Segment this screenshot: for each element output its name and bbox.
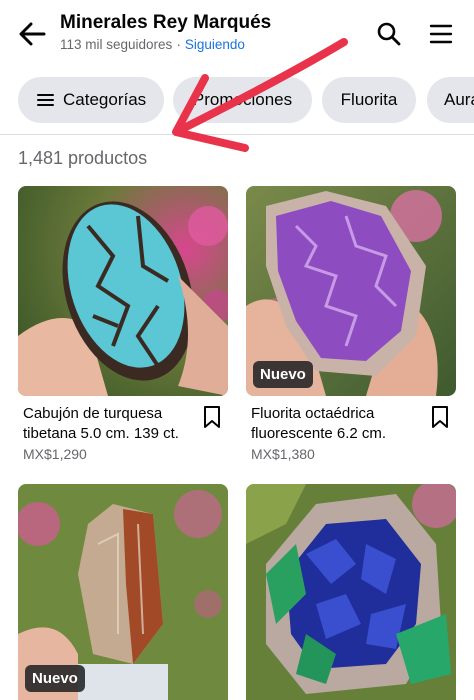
page-header: Minerales Rey Marqués 113 mil seguidores…: [0, 0, 474, 72]
chip-aura[interactable]: Aura: [427, 77, 474, 123]
product-image-turquoise[interactable]: [18, 186, 228, 396]
chip-label: Fluorita: [340, 90, 398, 109]
category-chips: Categorías Promociones Fluorita Aura: [0, 77, 474, 125]
bookmark-button[interactable]: [201, 404, 223, 430]
chip-label: Aura: [444, 90, 474, 109]
chip-label: Promociones: [192, 90, 293, 109]
menu-lines-icon: [37, 93, 54, 107]
followers-count: 113 mil seguidores: [60, 37, 173, 52]
hamburger-menu-icon: [429, 24, 453, 44]
chip-fluorita[interactable]: Fluorita: [322, 77, 416, 123]
product-image-fluorite[interactable]: Nuevo: [246, 186, 456, 396]
new-badge: Nuevo: [253, 361, 313, 388]
page-title[interactable]: Minerales Rey Marqués: [60, 12, 271, 34]
back-arrow-icon: [19, 22, 46, 46]
search-button[interactable]: [372, 18, 406, 50]
bookmark-icon: [204, 406, 220, 428]
product-image-azurite[interactable]: [246, 484, 456, 700]
product-name[interactable]: Fluorita octaédrica fluorescente 6.2 cm.: [251, 404, 421, 444]
page-subtitle: 113 mil seguidores · Siguiendo: [60, 37, 245, 52]
menu-button[interactable]: [424, 18, 458, 50]
back-button[interactable]: [14, 18, 50, 50]
product-price: MX$1,380: [251, 446, 315, 462]
bookmark-button[interactable]: [429, 404, 451, 430]
chip-promociones[interactable]: Promociones: [173, 77, 312, 123]
chip-categorias[interactable]: Categorías: [18, 77, 164, 123]
product-price: MX$1,290: [23, 446, 87, 462]
new-badge: Nuevo: [25, 665, 85, 692]
product-count: 1,481 productos: [18, 148, 148, 168]
search-icon: [377, 22, 401, 46]
chip-label: Categorías: [63, 90, 147, 109]
following-link[interactable]: Siguiendo: [185, 37, 245, 52]
separator-dot: ·: [176, 37, 181, 52]
product-name[interactable]: Cabujón de turquesa tibetana 5.0 cm. 139…: [23, 404, 193, 444]
product-image-quartz[interactable]: Nuevo: [18, 484, 228, 700]
divider: [0, 134, 474, 135]
bookmark-icon: [432, 406, 448, 428]
